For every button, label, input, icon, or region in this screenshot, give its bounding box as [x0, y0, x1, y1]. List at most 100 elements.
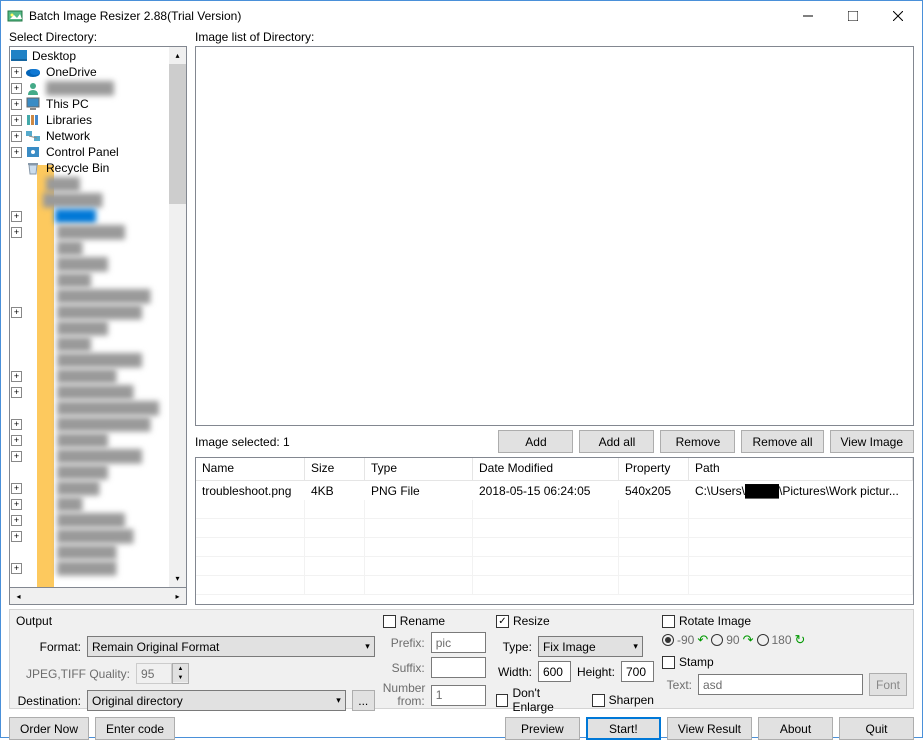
tree-node-blurred[interactable]: +███████: [11, 368, 168, 384]
scroll-right-icon[interactable]: ▸: [169, 588, 186, 605]
expander-icon[interactable]: +: [11, 131, 22, 142]
directory-tree[interactable]: Desktop +OneDrive +████████ +This PC +Li…: [9, 46, 187, 588]
tree-node-blurred[interactable]: +██████: [11, 432, 168, 448]
expander-icon[interactable]: +: [11, 515, 22, 526]
stamp-text-input[interactable]: [698, 674, 863, 695]
tree-node-onedrive[interactable]: +OneDrive: [11, 64, 168, 80]
expander-icon[interactable]: +: [11, 67, 22, 78]
tree-node-blurred[interactable]: ████: [11, 272, 168, 288]
quit-button[interactable]: Quit: [839, 717, 914, 740]
tree-node-blurred[interactable]: ███████████: [11, 288, 168, 304]
tree-node-blurred[interactable]: ██████: [11, 320, 168, 336]
expander-icon[interactable]: +: [11, 435, 22, 446]
expander-icon[interactable]: +: [11, 563, 22, 574]
selected-files-table[interactable]: Name Size Type Date Modified Property Pa…: [195, 457, 914, 605]
tree-node-blurred[interactable]: ████████████: [11, 400, 168, 416]
tree-node-blurred[interactable]: +██████████: [11, 448, 168, 464]
tree-node-user[interactable]: +████████: [11, 80, 168, 96]
scroll-left-icon[interactable]: ◂: [10, 588, 27, 605]
browse-button[interactable]: ...: [352, 690, 375, 711]
tree-scrollbar-horizontal[interactable]: ◂ ▸: [9, 588, 187, 605]
expander-icon[interactable]: +: [11, 211, 22, 222]
expander-icon[interactable]: +: [11, 115, 22, 126]
tree-node-blurred[interactable]: +█████████: [11, 528, 168, 544]
remove-all-button[interactable]: Remove all: [741, 430, 823, 453]
quality-input[interactable]: [136, 663, 172, 684]
tree-node-network[interactable]: +Network: [11, 128, 168, 144]
spin-up-icon[interactable]: ▲: [173, 664, 188, 673]
tree-node-blurred[interactable]: ██████████: [11, 352, 168, 368]
tree-node-blurred[interactable]: +███: [11, 496, 168, 512]
view-result-button[interactable]: View Result: [667, 717, 752, 740]
spin-down-icon[interactable]: ▼: [173, 673, 188, 682]
maximize-button[interactable]: [830, 1, 875, 30]
tree-node-recyclebin[interactable]: Recycle Bin: [11, 160, 168, 176]
height-input[interactable]: [621, 661, 654, 682]
format-select[interactable]: Remain Original Format: [87, 636, 375, 657]
expander-icon[interactable]: +: [11, 483, 22, 494]
rename-checkbox[interactable]: [383, 615, 396, 628]
expander-icon[interactable]: +: [11, 419, 22, 430]
rotate-180-radio[interactable]: [757, 634, 769, 646]
expander-icon[interactable]: +: [11, 387, 22, 398]
rotate-checkbox[interactable]: [662, 615, 675, 628]
tree-node-blurred[interactable]: +██████████: [11, 304, 168, 320]
tree-node-blurred[interactable]: +████████: [11, 512, 168, 528]
tree-node-desktop[interactable]: Desktop: [11, 48, 168, 64]
tree-scrollbar-vertical[interactable]: ▴ ▾: [169, 47, 186, 587]
expander-icon[interactable]: +: [11, 307, 22, 318]
expander-icon[interactable]: +: [11, 531, 22, 542]
minimize-button[interactable]: [785, 1, 830, 30]
add-button[interactable]: Add: [498, 430, 573, 453]
prefix-input[interactable]: [431, 632, 486, 653]
close-button[interactable]: [875, 1, 920, 30]
tree-node-blurred[interactable]: +███████: [11, 560, 168, 576]
tree-node-blurred[interactable]: ██████: [11, 256, 168, 272]
font-button[interactable]: Font: [869, 673, 907, 696]
tree-node-blurred[interactable]: ████: [11, 336, 168, 352]
tree-node-controlpanel[interactable]: +Control Panel: [11, 144, 168, 160]
scroll-up-icon[interactable]: ▴: [169, 47, 186, 64]
table-row[interactable]: troubleshoot.png 4KB PNG File 2018-05-15…: [196, 481, 913, 500]
expander-icon[interactable]: +: [11, 99, 22, 110]
dont-enlarge-checkbox[interactable]: [496, 694, 509, 707]
sharpen-checkbox[interactable]: [592, 694, 605, 707]
suffix-input[interactable]: [431, 657, 486, 678]
scroll-down-icon[interactable]: ▾: [169, 570, 186, 587]
stamp-checkbox[interactable]: [662, 656, 675, 669]
titlebar[interactable]: Batch Image Resizer 2.88(Trial Version): [1, 1, 922, 30]
th-path[interactable]: Path: [689, 458, 913, 480]
enter-code-button[interactable]: Enter code: [95, 717, 175, 740]
width-input[interactable]: [538, 661, 571, 682]
tree-node-libraries[interactable]: +Libraries: [11, 112, 168, 128]
tree-node-selected[interactable]: +: [11, 208, 168, 224]
expander-icon[interactable]: +: [11, 499, 22, 510]
tree-node-blurred[interactable]: +███████████: [11, 416, 168, 432]
tree-node-blurred[interactable]: +█████: [11, 480, 168, 496]
expander-icon[interactable]: +: [11, 451, 22, 462]
tree-node-blurred[interactable]: ██████: [11, 464, 168, 480]
tree-node-thispc[interactable]: +This PC: [11, 96, 168, 112]
scroll-thumb[interactable]: [169, 64, 186, 204]
resize-checkbox[interactable]: ✓: [496, 615, 509, 628]
about-button[interactable]: About: [758, 717, 833, 740]
th-size[interactable]: Size: [305, 458, 365, 480]
tree-node-blurred[interactable]: +█████████: [11, 384, 168, 400]
order-now-button[interactable]: Order Now: [9, 717, 89, 740]
start-button[interactable]: Start!: [586, 717, 661, 740]
expander-icon[interactable]: +: [11, 371, 22, 382]
remove-button[interactable]: Remove: [660, 430, 735, 453]
th-name[interactable]: Name: [196, 458, 305, 480]
tree-node-blurred[interactable]: ████: [11, 176, 168, 192]
add-all-button[interactable]: Add all: [579, 430, 654, 453]
quality-spinner[interactable]: ▲▼: [136, 663, 189, 684]
th-date[interactable]: Date Modified: [473, 458, 619, 480]
th-type[interactable]: Type: [365, 458, 473, 480]
rotate-90-radio[interactable]: [711, 634, 723, 646]
number-from-input[interactable]: [431, 685, 486, 706]
resize-type-select[interactable]: Fix Image: [538, 636, 643, 657]
tree-node-blurred[interactable]: +████████: [11, 224, 168, 240]
preview-button[interactable]: Preview: [505, 717, 580, 740]
expander-icon[interactable]: +: [11, 147, 22, 158]
tree-node-blurred[interactable]: ███████: [11, 544, 168, 560]
